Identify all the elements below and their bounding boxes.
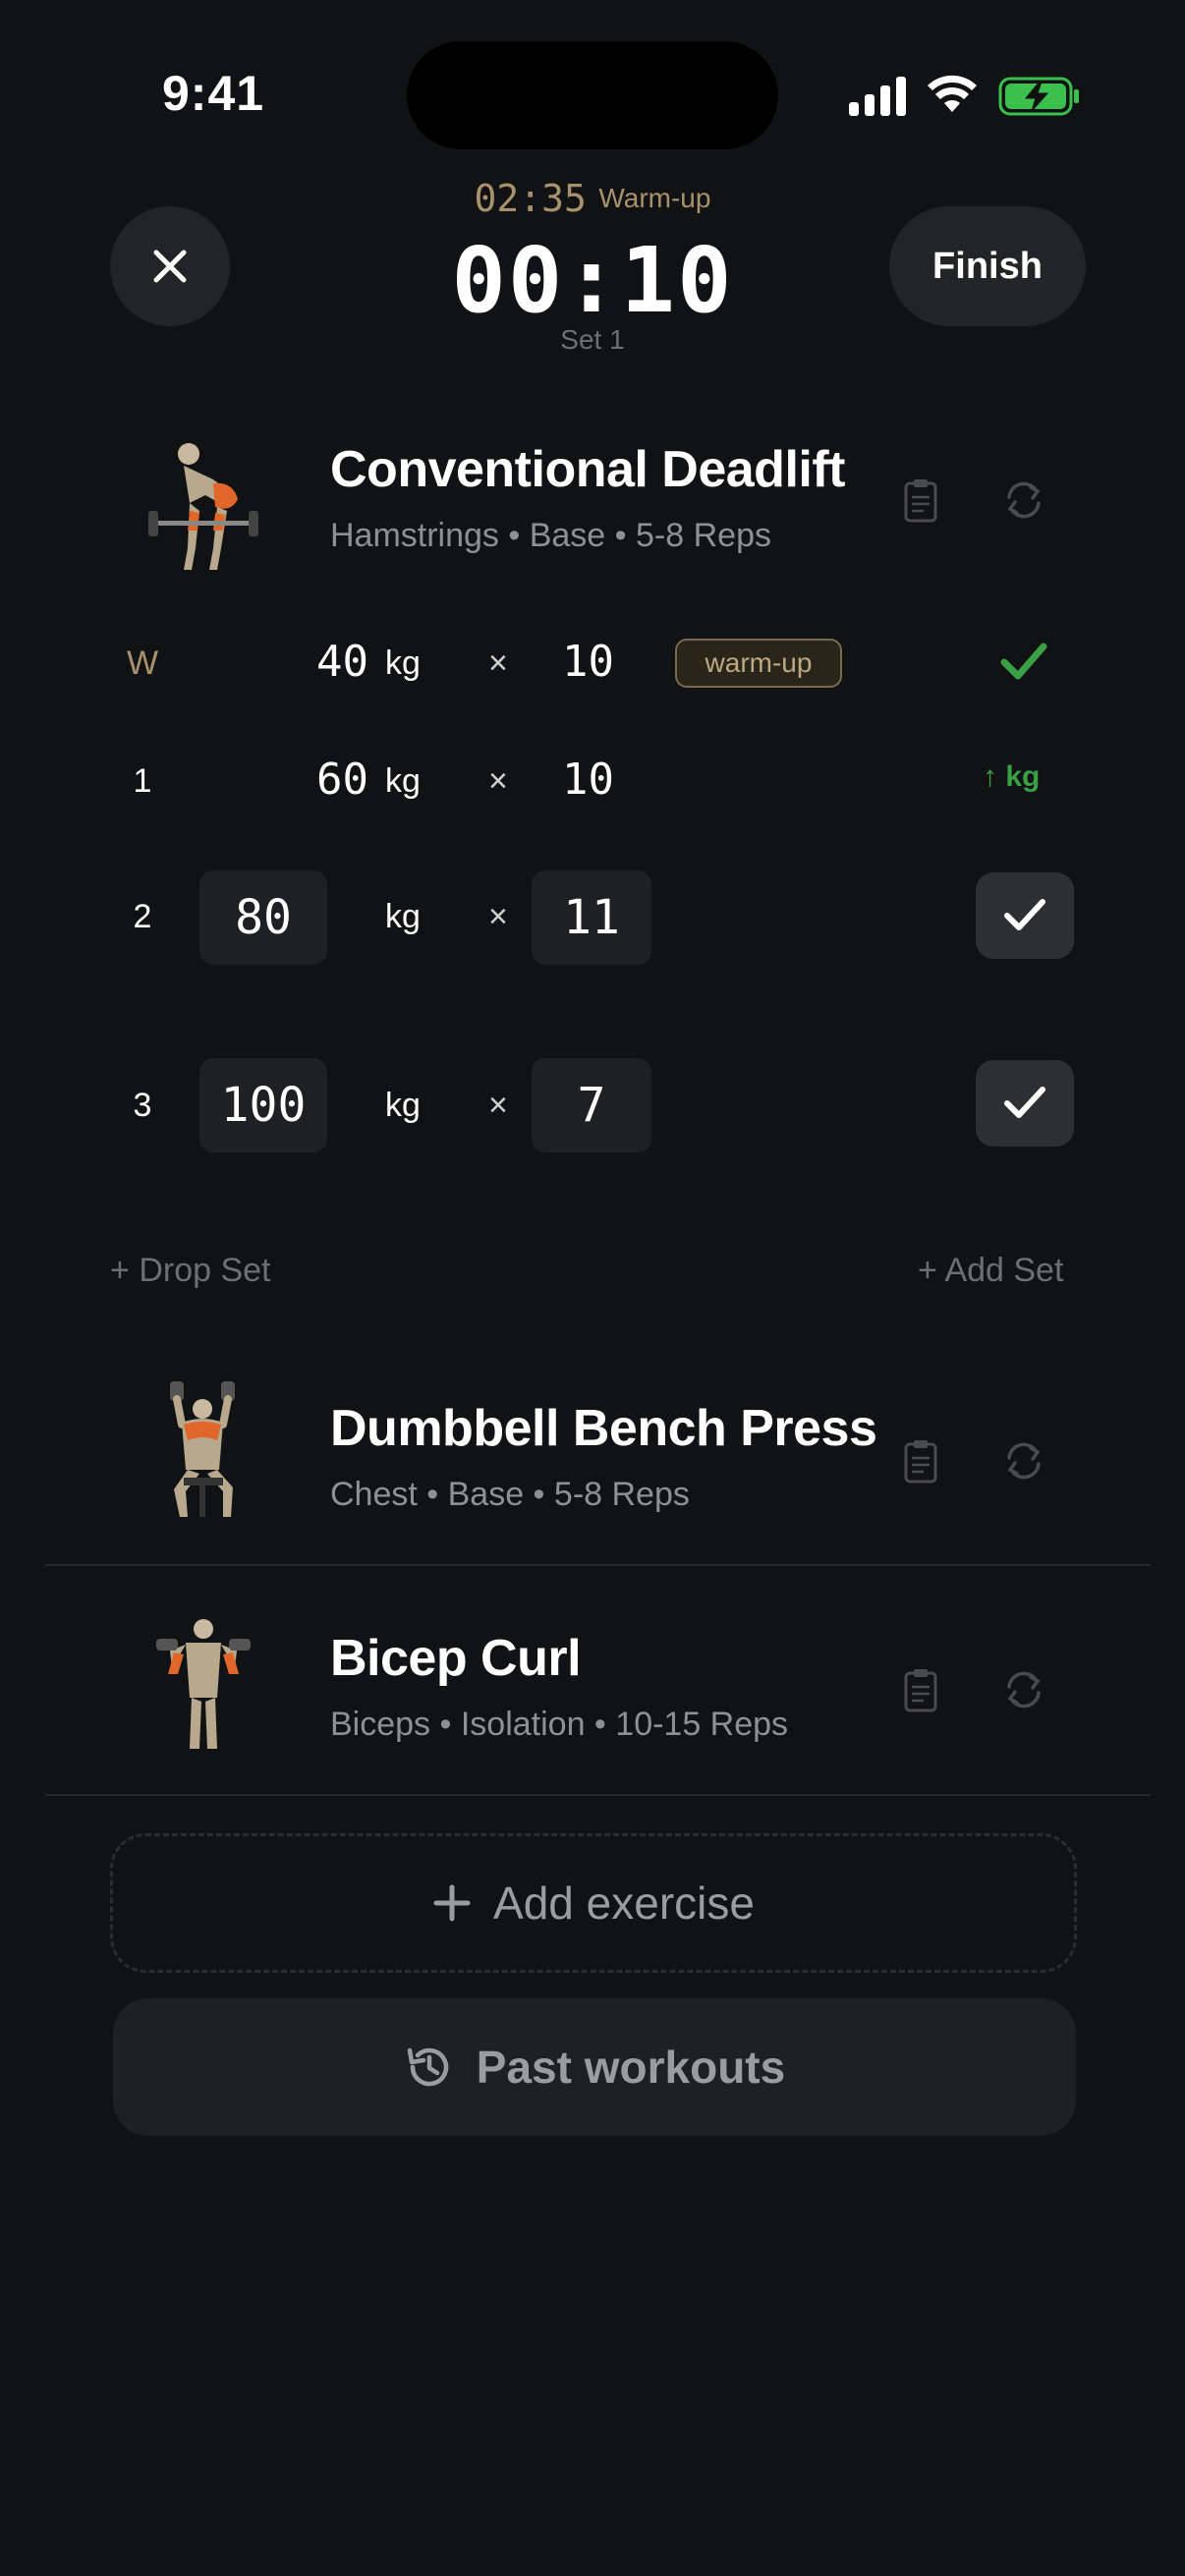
times-sign: × bbox=[488, 644, 508, 682]
status-time: 9:41 bbox=[162, 66, 265, 121]
times-sign: × bbox=[488, 898, 508, 935]
exercise-subtitle: Hamstrings • Base • 5-8 Reps bbox=[330, 517, 771, 554]
set-reps: 10 bbox=[562, 755, 614, 805]
increase-weight-hint[interactable]: ↑ kg bbox=[983, 760, 1040, 794]
close-button[interactable] bbox=[110, 206, 230, 326]
set-weight-unit: kg bbox=[385, 762, 421, 800]
set-weight-unit: kg bbox=[385, 1087, 421, 1124]
add-exercise-label: Add exercise bbox=[493, 1877, 755, 1929]
history-icon bbox=[407, 2047, 449, 2087]
exercise-subtitle: Chest • Base • 5-8 Reps bbox=[330, 1476, 690, 1513]
clipboard-icon[interactable] bbox=[898, 477, 943, 523]
replace-icon[interactable] bbox=[1001, 1438, 1046, 1484]
set-number: W bbox=[126, 644, 159, 682]
finish-button[interactable]: Finish bbox=[889, 206, 1086, 326]
clipboard-icon[interactable] bbox=[898, 1667, 943, 1712]
current-set-label: Set 1 bbox=[560, 324, 625, 355]
replace-icon[interactable] bbox=[1001, 477, 1046, 523]
drop-set-button[interactable]: + Drop Set bbox=[110, 1252, 271, 1290]
wifi-icon bbox=[928, 75, 977, 112]
reps-input[interactable]: 11 bbox=[532, 870, 651, 965]
set-weight: 40 bbox=[316, 637, 368, 687]
bicep-curl-figure-image bbox=[156, 1619, 251, 1749]
complete-set-button[interactable] bbox=[976, 1060, 1074, 1147]
set-weight-unit: kg bbox=[385, 644, 421, 682]
add-set-label: Add Set bbox=[944, 1252, 1064, 1289]
divider bbox=[45, 1564, 1151, 1566]
check-icon bbox=[1004, 1087, 1045, 1118]
set-weight-unit: kg bbox=[385, 898, 421, 935]
plus-icon: + bbox=[918, 1252, 937, 1289]
exercise-title[interactable]: Conventional Deadlift bbox=[330, 440, 845, 499]
reps-input[interactable]: 7 bbox=[532, 1058, 651, 1152]
exercise-subtitle: Biceps • Isolation • 10-15 Reps bbox=[330, 1706, 789, 1743]
check-icon bbox=[1004, 899, 1045, 930]
add-exercise-button[interactable]: Add exercise bbox=[110, 1833, 1077, 1973]
rest-label: Warm-up bbox=[598, 183, 711, 213]
set-reps: 10 bbox=[562, 637, 614, 687]
close-icon bbox=[153, 250, 187, 283]
rest-timer-row: 02:35 Warm-up bbox=[324, 177, 861, 220]
deadlift-figure-image bbox=[148, 443, 258, 570]
exercise-title[interactable]: Dumbbell Bench Press bbox=[330, 1399, 877, 1458]
exercise-title[interactable]: Bicep Curl bbox=[330, 1629, 582, 1688]
dynamic-island bbox=[407, 41, 778, 149]
plus-icon: + bbox=[110, 1252, 130, 1289]
completed-check-icon[interactable] bbox=[1000, 641, 1047, 684]
cellular-signal-icon bbox=[849, 77, 906, 116]
weight-input[interactable]: 100 bbox=[199, 1058, 327, 1152]
clipboard-icon[interactable] bbox=[898, 1438, 943, 1484]
drop-set-label: Drop Set bbox=[139, 1252, 271, 1289]
workout-timer: 00:10 bbox=[451, 228, 734, 333]
set-number: 2 bbox=[133, 898, 152, 935]
complete-set-button[interactable] bbox=[976, 872, 1074, 959]
divider bbox=[45, 1794, 1151, 1796]
rest-time: 02:35 bbox=[474, 177, 587, 220]
times-sign: × bbox=[488, 762, 508, 800]
warm-up-badge: warm-up bbox=[675, 639, 842, 688]
plus-icon bbox=[433, 1884, 471, 1922]
replace-icon[interactable] bbox=[1001, 1667, 1046, 1712]
battery-charging-icon bbox=[998, 77, 1079, 116]
add-set-button[interactable]: + Add Set bbox=[918, 1252, 1063, 1290]
times-sign: × bbox=[488, 1087, 508, 1124]
set-number: 1 bbox=[133, 762, 152, 800]
past-workouts-button[interactable]: Past workouts bbox=[113, 1998, 1076, 2136]
weight-input[interactable]: 80 bbox=[199, 870, 327, 965]
past-workouts-label: Past workouts bbox=[476, 2042, 786, 2093]
bench-press-figure-image bbox=[170, 1381, 235, 1517]
set-number: 3 bbox=[133, 1087, 152, 1124]
set-weight: 60 bbox=[316, 755, 368, 805]
